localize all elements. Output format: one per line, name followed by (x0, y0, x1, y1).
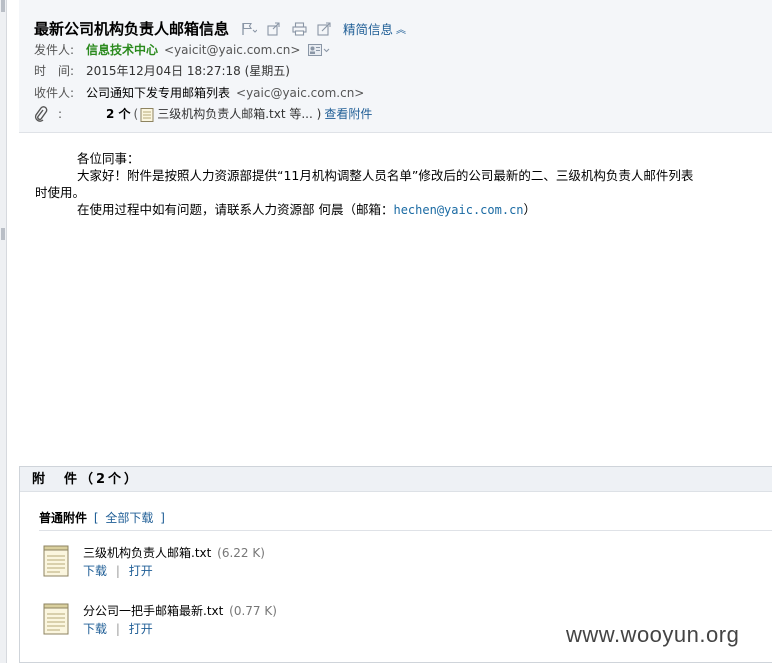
body-line: 各位同事： (77, 151, 140, 166)
paperclip-icon (34, 106, 48, 122)
recipient-label: 收件人: (34, 86, 75, 100)
contact-email-link[interactable]: hechen@yaic.com.cn (393, 203, 523, 217)
attachment-brief: 三级机构负责人邮箱.txt 等... ) (157, 107, 322, 121)
concise-info-link[interactable]: 精简信息 (343, 19, 393, 38)
popout-icon[interactable] (316, 21, 332, 36)
text-file-icon[interactable] (42, 603, 70, 635)
body-line: 大家好！附件是按照人力资源部提供“11月机构调整人员名单”修改后的公司最新的二、… (77, 168, 694, 183)
attachment-summary-row: : 2 个 ( 三级机构负责人邮箱.txt 等... ) 查看附件 (34, 106, 372, 122)
sender-address: <yaicit@yaic.com.cn> (164, 43, 301, 57)
watermark: www.wooyun.org (566, 622, 740, 647)
attachment-name[interactable]: 三级机构负责人邮箱.txt (83, 546, 211, 560)
recipient-row: 收件人: 公司通知下发专用邮箱列表 <yaic@yaic.com.cn> (34, 85, 364, 101)
attachment-item: 三级机构负责人邮箱.txt (6.22 K) 下载 | 打开 (42, 545, 265, 579)
header-toolbar (241, 21, 341, 36)
attachment-summary-label: : (34, 106, 86, 122)
attachment-brief-open: ( (133, 107, 139, 121)
sent-time: 2015年12月04日 18:27:18 (星期五) (86, 64, 290, 78)
download-link[interactable]: 下载 (83, 622, 107, 636)
view-attachments-link[interactable]: 查看附件 (324, 106, 372, 122)
text-file-icon (140, 107, 154, 122)
recipient-name[interactable]: 公司通知下发专用邮箱列表 (86, 85, 230, 101)
recipient-address: <yaic@yaic.com.cn> (236, 86, 365, 100)
body-line: 时使用。 (35, 185, 86, 200)
divider (39, 530, 772, 531)
open-link[interactable]: 打开 (129, 622, 153, 636)
open-link[interactable]: 打开 (129, 564, 153, 578)
attachment-size: (0.77 K) (229, 604, 277, 618)
normal-attachment-label: 普通附件 (39, 511, 88, 525)
sender-name[interactable]: 信息技术中心 (86, 42, 158, 58)
contact-card-icon[interactable] (308, 44, 330, 56)
attachment-size: (6.22 K) (217, 546, 265, 560)
mail-header: 最新公司机构负责人邮箱信息 精简信息 ︽ 发件人: 信息技术中心 <yaicit… (19, 0, 772, 133)
grip-mark (1, 0, 5, 12)
print-icon[interactable] (291, 21, 307, 36)
chevron-up-icon[interactable]: ︽ (396, 21, 406, 36)
time-row: 时 间: 2015年12月04日 18:27:18 (星期五) (34, 63, 290, 79)
forward-icon[interactable] (266, 21, 282, 36)
mail-body: 各位同事： 大家好！附件是按照人力资源部提供“11月机构调整人员名单”修改后的公… (35, 150, 772, 219)
flag-icon[interactable] (241, 22, 258, 36)
attachment-item: 分公司一把手邮箱最新.txt (0.77 K) 下载 | 打开 (42, 603, 277, 637)
sender-label: 发件人: (34, 43, 75, 57)
attachment-subheader: 普通附件 [ 全部下载 ] (39, 511, 165, 525)
attachment-count: 2 个 (106, 107, 131, 121)
subject-row: 最新公司机构负责人邮箱信息 精简信息 ︽ (34, 18, 406, 39)
grip-mark (1, 228, 5, 240)
body-line-contact: 在使用过程中如有问题，请联系人力资源部 何晨（邮箱：hechen@yaic.co… (77, 202, 537, 217)
download-link[interactable]: 下载 (83, 564, 107, 578)
download-all-link[interactable]: 全部下载 (105, 511, 153, 525)
mail-subject: 最新公司机构负责人邮箱信息 (34, 20, 230, 38)
left-panel-edge[interactable] (0, 0, 7, 663)
time-label: 时 间: (34, 64, 75, 78)
text-file-icon[interactable] (42, 545, 70, 577)
sender-row: 发件人: 信息技术中心 <yaicit@yaic.com.cn> (34, 42, 330, 58)
attachment-heading: 附 件（2个） (20, 467, 772, 492)
attachment-name[interactable]: 分公司一把手邮箱最新.txt (83, 604, 223, 618)
